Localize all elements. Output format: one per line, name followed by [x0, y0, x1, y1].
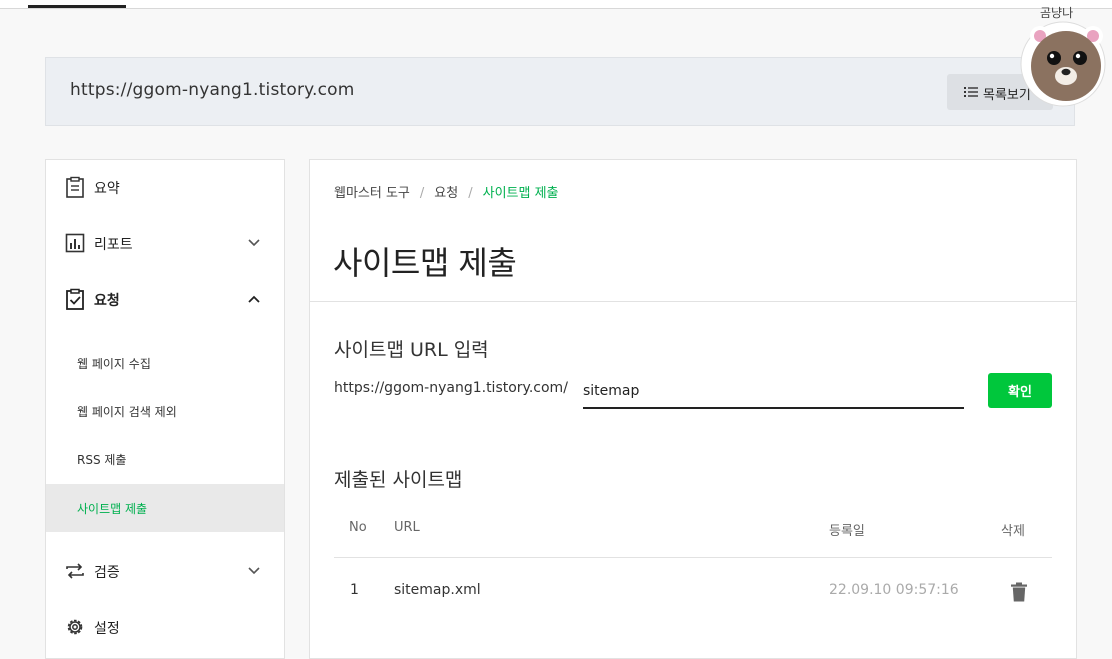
row-url: sitemap.xml: [394, 582, 481, 598]
chevron-down-icon: [248, 567, 260, 575]
submitted-sitemaps-title: 제출된 사이트맵: [334, 469, 463, 491]
gear-icon: [67, 619, 83, 635]
breadcrumb-separator: /: [419, 186, 425, 201]
divider: [310, 301, 1076, 302]
sidebar-item-settings[interactable]: 설정: [46, 607, 284, 647]
column-header-date: 등록일: [829, 524, 865, 539]
sidebar-subitem-label: 웹 페이지 수집: [77, 357, 151, 371]
row-no: 1: [350, 582, 359, 598]
page-title: 사이트맵 제출: [333, 244, 517, 282]
url-prefix: https://ggom-nyang1.tistory.com/: [334, 380, 568, 396]
table-header-divider: [334, 557, 1052, 558]
sidebar-subitem-rss[interactable]: RSS 제출: [46, 435, 284, 483]
breadcrumb-separator: /: [468, 186, 473, 201]
breadcrumb: 웹마스터 도구 / 요청 / 사이트맵 제출: [334, 182, 559, 201]
sidebar-subitem-label: RSS 제출: [77, 453, 127, 467]
sidebar-item-label: 설정: [94, 621, 120, 637]
sidebar-subitem-page-crawl[interactable]: 웹 페이지 수집: [46, 339, 284, 387]
active-tab-indicator: [28, 5, 126, 8]
site-url: https://ggom-nyang1.tistory.com: [70, 80, 355, 100]
chevron-up-icon: [248, 295, 260, 303]
sidebar-item-label: 검증: [94, 565, 120, 581]
breadcrumb-current: 사이트맵 제출: [482, 186, 559, 201]
trash-icon[interactable]: [1010, 582, 1028, 602]
breadcrumb-mid[interactable]: 요청: [434, 186, 458, 201]
column-header-delete: 삭제: [1001, 524, 1025, 539]
main-panel: 웹마스터 도구 / 요청 / 사이트맵 제출 사이트맵 제출 사이트맵 URL 입력 h…: [309, 159, 1077, 659]
sitemap-url-input[interactable]: [583, 375, 964, 409]
sidebar-item-label: 요약: [94, 181, 120, 197]
sidebar-subitem-label: 사이트맵 제출: [77, 502, 148, 516]
column-header-no: No: [349, 520, 367, 535]
sidebar-item-report[interactable]: 리포트: [46, 223, 284, 263]
row-date: 22.09.10 09:57:16: [829, 582, 959, 598]
list-icon: [964, 87, 978, 97]
clipboard-icon: [66, 176, 84, 198]
sitemap-url-section-title: 사이트맵 URL 입력: [334, 339, 489, 361]
top-bar: [0, 0, 1112, 9]
sidebar-subitem-page-exclude[interactable]: 웹 페이지 검색 제외: [46, 387, 284, 435]
sidebar-item-label: 요청: [94, 293, 120, 309]
sidebar-item-request[interactable]: 요청: [46, 279, 284, 319]
sidebar-subitem-label: 웹 페이지 검색 제외: [77, 405, 177, 419]
sidebar-item-verify[interactable]: 검증: [46, 551, 284, 591]
sidebar-item-label: 리포트: [94, 237, 133, 253]
confirm-button[interactable]: 확인: [988, 373, 1052, 408]
bar-chart-icon: [65, 233, 85, 253]
bear-mascot-icon: [1020, 21, 1106, 107]
breadcrumb-root[interactable]: 웹마스터 도구: [334, 186, 410, 201]
chevron-down-icon: [248, 239, 260, 247]
column-header-url: URL: [394, 520, 420, 535]
sidebar: 요약 리포트 요청 웹 페이지 수집 웹 페이지 검색 제외 RSS 제출 사이…: [45, 159, 285, 659]
sidebar-item-summary[interactable]: 요약: [46, 167, 284, 207]
check-clipboard-icon: [66, 288, 84, 310]
sidebar-subitem-sitemap[interactable]: 사이트맵 제출: [46, 484, 284, 532]
site-bar: https://ggom-nyang1.tistory.com 목록보기: [45, 57, 1075, 126]
repeat-icon: [66, 563, 84, 579]
